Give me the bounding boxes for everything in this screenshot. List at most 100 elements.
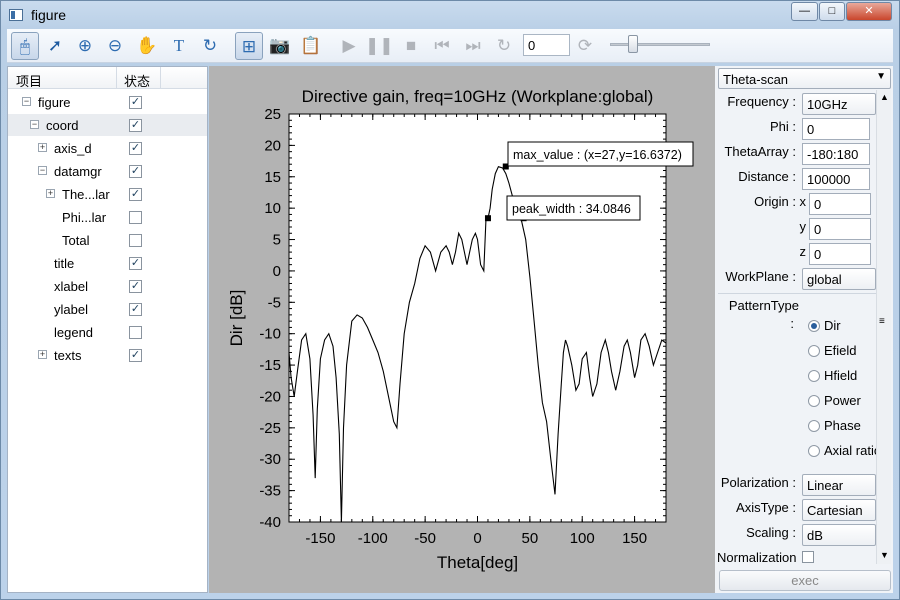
minimize-button[interactable]: — (791, 2, 818, 21)
axis-type-select[interactable]: Cartesian (802, 499, 876, 521)
zoom-out-icon[interactable]: ⊖ (101, 32, 129, 60)
radio-button[interactable] (808, 370, 820, 382)
visibility-checkbox[interactable] (129, 326, 142, 339)
tree-row[interactable]: − datamgr ✓ (8, 160, 207, 182)
visibility-checkbox[interactable]: ✓ (129, 280, 142, 293)
y-tick-label: 25 (264, 106, 281, 123)
pointer-icon[interactable]: ➚ (41, 32, 69, 60)
tree-row[interactable]: + texts ✓ (8, 344, 207, 366)
radio-button[interactable] (808, 420, 820, 432)
header-divider (116, 67, 117, 89)
expand-icon[interactable]: + (38, 143, 47, 152)
frequency-label: Frequency : (727, 94, 796, 109)
expand-icon[interactable]: + (46, 189, 55, 198)
scroll-down-icon[interactable]: ▼ (880, 550, 889, 560)
polarization-value: Linear (807, 478, 844, 493)
y-tick-label: -5 (268, 294, 281, 311)
origin-y-input[interactable]: 0 (809, 218, 871, 240)
tree-row[interactable]: Phi...lar (8, 206, 207, 228)
y-tick-label: -40 (259, 514, 281, 531)
tree-row[interactable]: + axis_d ✓ (8, 137, 207, 159)
phi-input[interactable]: 0 (802, 118, 870, 140)
rotate-icon[interactable]: ↻ (196, 32, 224, 60)
exec-button[interactable]: exec (719, 570, 891, 591)
radio-button[interactable] (808, 320, 820, 332)
peak-width-label: peak_width : 34.0846 (512, 202, 631, 216)
stop-icon[interactable]: ■ (397, 32, 425, 60)
tree-row[interactable]: ylabel ✓ (8, 298, 207, 320)
tree-row[interactable]: legend (8, 321, 207, 343)
origin-x-input[interactable]: 0 (809, 193, 871, 215)
frequency-select[interactable]: 10GHz (802, 93, 876, 115)
camera-icon[interactable]: 📷 (266, 32, 294, 60)
visibility-checkbox[interactable] (129, 234, 142, 247)
visibility-checkbox[interactable] (129, 211, 142, 224)
zoom-in-icon[interactable]: ⊕ (71, 32, 99, 60)
visibility-checkbox[interactable]: ✓ (129, 165, 142, 178)
mouse-icon[interactable]: 🖱 (11, 32, 39, 60)
column-name-header[interactable]: 项目 (16, 71, 42, 90)
radio-button[interactable] (808, 395, 820, 407)
scroll-up-icon[interactable]: ▲ (880, 92, 889, 102)
refresh-icon[interactable]: ↻ (490, 32, 518, 60)
panel-scrollbar[interactable]: ▲ ≡ ▼ (876, 90, 891, 564)
skip-back-icon[interactable]: ⏮ (428, 32, 456, 60)
scan-type-value: Theta-scan (723, 72, 789, 87)
y-tick-label: 15 (264, 169, 281, 186)
camera-clip-icon[interactable]: 📋 (297, 32, 325, 60)
y-tick-label: 20 (264, 137, 281, 154)
tree-row[interactable]: Total (8, 229, 207, 251)
distance-input[interactable]: 100000 (802, 168, 870, 190)
tree-row[interactable]: xlabel ✓ (8, 275, 207, 297)
visibility-checkbox[interactable]: ✓ (129, 119, 142, 132)
y-tick-label: 10 (264, 200, 281, 217)
visibility-checkbox[interactable]: ✓ (129, 257, 142, 270)
text-icon[interactable]: T (165, 32, 193, 60)
peak-width-marker[interactable] (484, 215, 491, 222)
y-axis-label: Dir [dB] (227, 290, 246, 347)
play-icon[interactable]: ▶ (335, 32, 363, 60)
tree-row[interactable]: − figure ✓ (8, 91, 207, 113)
maximize-button[interactable]: □ (819, 2, 845, 21)
theta-array-input[interactable]: -180:180 (802, 143, 870, 165)
sync-icon[interactable]: ⟳ (571, 32, 599, 60)
slider-thumb[interactable] (628, 35, 638, 53)
expand-icon[interactable]: + (38, 350, 47, 359)
tree-item-label: Total (62, 233, 90, 248)
tree-row[interactable]: + The...lar ✓ (8, 183, 207, 205)
skip-forward-icon[interactable]: ⏭ (459, 32, 487, 60)
scaling-select[interactable]: dB (802, 524, 876, 546)
collapse-icon[interactable]: − (22, 97, 31, 106)
x-tick-label: -100 (358, 530, 388, 547)
radio-button[interactable] (808, 445, 820, 457)
polarization-select[interactable]: Linear (802, 474, 876, 496)
origin-z-input[interactable]: 0 (809, 243, 871, 265)
data-cursor-icon[interactable]: ⊞ (235, 32, 263, 60)
normalization-checkbox[interactable] (802, 551, 814, 563)
collapse-icon[interactable]: − (38, 166, 47, 175)
scroll-grip-icon[interactable]: ≡ (879, 316, 885, 327)
scaling-value: dB (807, 528, 823, 543)
pan-hand-icon[interactable]: ✋ (133, 32, 161, 60)
tree-header: 项目 状态 (8, 67, 207, 89)
collapse-icon[interactable]: − (30, 120, 39, 129)
close-button[interactable]: ✕ (846, 2, 892, 21)
tree-item-label: datamgr (54, 164, 102, 179)
visibility-checkbox[interactable]: ✓ (129, 303, 142, 316)
column-state-header[interactable]: 状态 (124, 71, 150, 90)
tree-row[interactable]: title ✓ (8, 252, 207, 274)
pause-icon[interactable]: ❚❚ (365, 32, 394, 60)
tree-row[interactable]: − coord ✓ (8, 114, 207, 136)
visibility-checkbox[interactable]: ✓ (129, 96, 142, 109)
chart[interactable]: Directive gain, freq=10GHz (Workplane:gl… (209, 66, 715, 593)
visibility-checkbox[interactable]: ✓ (129, 349, 142, 362)
frame-input[interactable]: 0 (523, 34, 570, 56)
frame-slider[interactable] (610, 43, 710, 46)
visibility-checkbox[interactable]: ✓ (129, 142, 142, 155)
scan-type-select[interactable]: Theta-scan ▼ (718, 68, 891, 89)
visibility-checkbox[interactable]: ✓ (129, 188, 142, 201)
workplane-select[interactable]: global (802, 268, 876, 290)
pattern-option-label: Phase (824, 418, 861, 433)
radio-button[interactable] (808, 345, 820, 357)
y-tick-label: -35 (259, 483, 281, 500)
